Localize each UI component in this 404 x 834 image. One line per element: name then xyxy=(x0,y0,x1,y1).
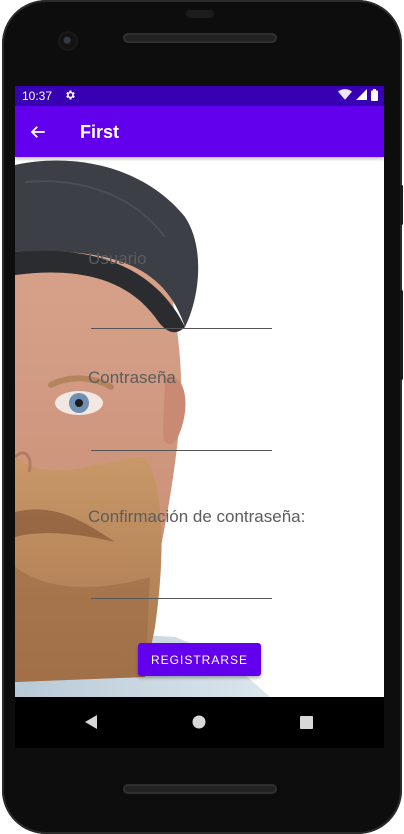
usuario-label: Usuario xyxy=(88,249,147,268)
front-camera xyxy=(60,33,76,49)
recents-square-icon xyxy=(299,715,313,729)
confirmacion-input[interactable] xyxy=(91,574,272,599)
back-arrow-button[interactable] xyxy=(25,119,51,145)
usuario-input[interactable] xyxy=(91,304,272,329)
system-nav-bar xyxy=(15,697,384,748)
nav-recents-button[interactable] xyxy=(294,710,318,734)
settings-gear-icon xyxy=(64,89,76,101)
phone-screen: 10:37 First Usuario Contraseña Confirmac… xyxy=(15,86,384,748)
signal-icon xyxy=(356,89,367,103)
volume-button xyxy=(400,290,403,380)
home-circle-icon xyxy=(192,715,206,729)
top-sensor xyxy=(186,10,214,18)
device-canvas: 10:37 First Usuario Contraseña Confirmac… xyxy=(0,0,404,834)
status-time: 10:37 xyxy=(22,89,53,103)
app-bar: First xyxy=(15,106,384,157)
contrasena-label: Contraseña xyxy=(88,368,176,387)
back-triangle-icon xyxy=(85,715,97,729)
register-button[interactable]: REGISTRARSE xyxy=(138,643,261,676)
nav-home-button[interactable] xyxy=(187,710,211,734)
wifi-icon xyxy=(338,89,352,103)
confirmacion-label: Confirmación de contraseña: xyxy=(88,507,306,526)
power-button xyxy=(400,185,403,225)
earpiece-speaker xyxy=(123,33,277,43)
bottom-speaker xyxy=(123,784,277,794)
arrow-back-icon xyxy=(30,126,45,138)
battery-icon xyxy=(371,88,378,104)
status-bar: 10:37 xyxy=(15,86,384,106)
register-form-area: Usuario Contraseña Confirmación de contr… xyxy=(15,157,384,697)
contrasena-input[interactable] xyxy=(91,426,272,451)
status-icons xyxy=(338,88,378,104)
app-bar-title: First xyxy=(80,122,120,142)
nav-back-button[interactable] xyxy=(80,710,104,734)
